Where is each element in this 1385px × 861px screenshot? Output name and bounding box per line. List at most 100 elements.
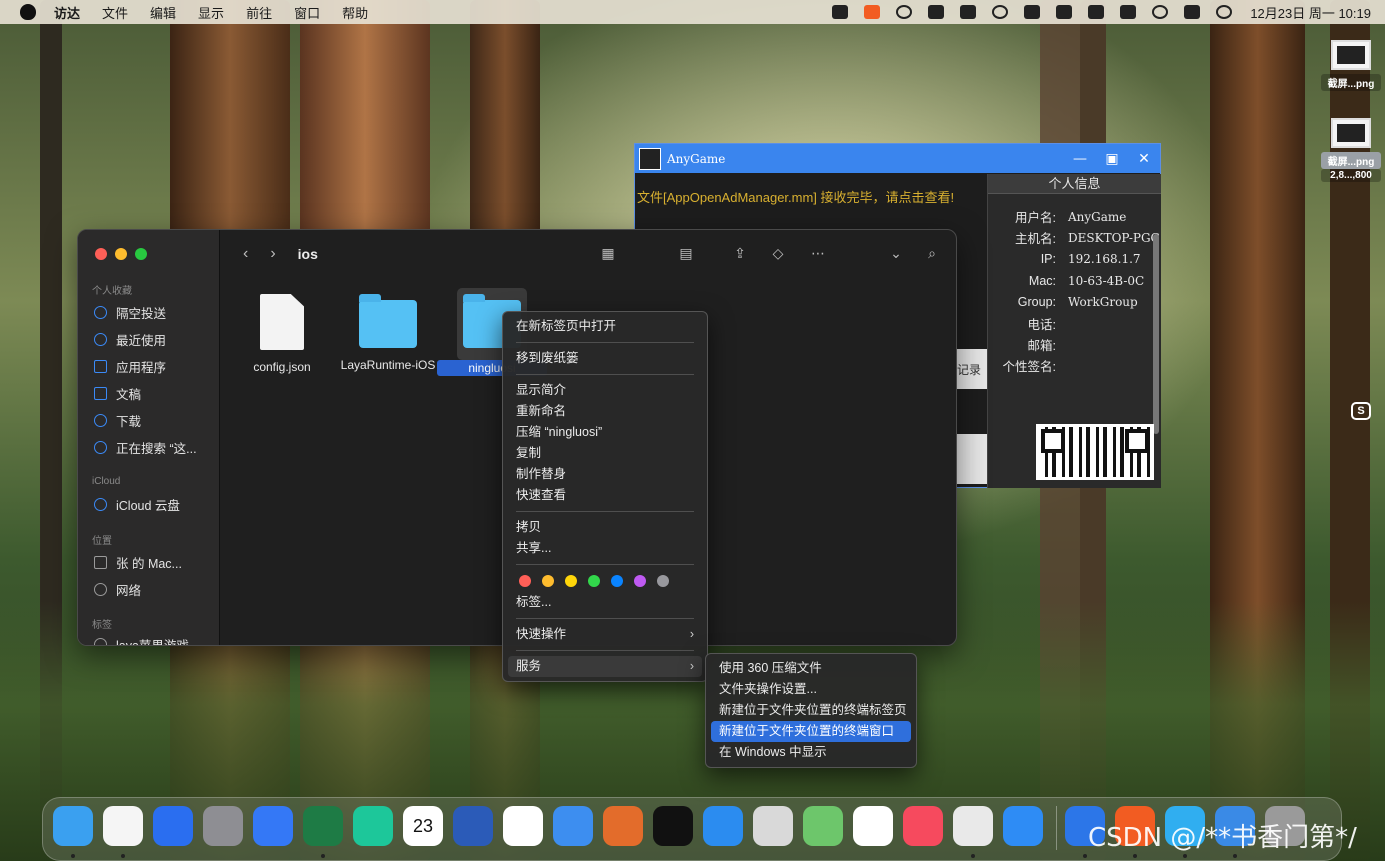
history-label[interactable]: 记录 [957, 361, 981, 378]
side-s-icon[interactable]: S [1351, 402, 1371, 420]
services-item-terminal-window[interactable]: 新建位于文件夹位置的终端窗口 [711, 721, 911, 742]
dock-app-app-store-icon[interactable] [703, 806, 743, 846]
sidebar-item-airdrop[interactable]: 隔空投送 [94, 303, 166, 322]
anygame-message[interactable]: 文件[AppOpenAdManager.mm] 接收完毕，请点击查看! [637, 184, 977, 211]
services-item-folder-actions[interactable]: 文件夹操作设置... [711, 679, 911, 700]
menu-item-duplicate[interactable]: 复制 [508, 443, 702, 464]
file-item[interactable]: config.json [227, 294, 337, 374]
dock-app-finder-icon[interactable] [53, 806, 93, 846]
tag-color-dot[interactable] [542, 575, 554, 587]
dock-app-mail-icon[interactable] [553, 806, 593, 846]
menu-window[interactable]: 窗口 [294, 3, 320, 22]
close-icon[interactable]: ✕ [1128, 151, 1160, 167]
dock-app-apple-tv-icon[interactable] [653, 806, 693, 846]
services-item-terminal-tab[interactable]: 新建位于文件夹位置的终端标签页 [711, 700, 911, 721]
services-item-360-compress[interactable]: 使用 360 压缩文件 [711, 658, 911, 679]
sidebar-item-applications[interactable]: 应用程序 [94, 357, 166, 376]
input-method-icon[interactable] [832, 5, 849, 19]
search-icon[interactable] [1152, 5, 1169, 19]
dock-app-maps-icon[interactable] [803, 806, 843, 846]
battery-icon[interactable] [1088, 5, 1105, 19]
tag-color-dot[interactable] [565, 575, 577, 587]
screenshot-app-icon[interactable] [1024, 5, 1041, 19]
tag-color-dot[interactable] [519, 575, 531, 587]
minimize-icon[interactable]: — [1064, 151, 1096, 167]
menu-view[interactable]: 显示 [198, 3, 224, 22]
menu-item-share[interactable]: 共享... [508, 538, 702, 559]
dock-app-excel-icon[interactable] [303, 806, 343, 846]
tag-color-dot[interactable] [657, 575, 669, 587]
menu-item-quick-actions[interactable]: 快速操作 › [508, 624, 702, 645]
sidebar-item-network[interactable]: 网络 [94, 580, 141, 599]
desktop-file[interactable]: 截屏...png [1321, 40, 1381, 91]
maximize-icon[interactable]: ▣ [1096, 151, 1128, 167]
search-icon[interactable]: ⌕ [923, 244, 941, 262]
sidebar-item-mac[interactable]: 张 的 Mac... [94, 553, 182, 572]
sidebar-item-tag[interactable]: laya苹果游戏 [94, 635, 189, 645]
anygame-status-icon[interactable] [864, 5, 881, 19]
dock-app-chrome-icon[interactable] [953, 806, 993, 846]
more-actions-icon[interactable]: ⋯ [809, 244, 827, 262]
dock-app-word-icon[interactable] [453, 806, 493, 846]
scrollbar[interactable] [1153, 234, 1159, 434]
dock-app-lark-icon[interactable] [253, 806, 293, 846]
menu-item-open-new-tab[interactable]: 在新标签页中打开 [508, 316, 702, 337]
dock-app-calendar-icon[interactable]: 23 [403, 806, 443, 846]
wifi-icon[interactable] [1120, 5, 1137, 19]
tag-color-dot[interactable] [634, 575, 646, 587]
dock-app-system-settings-icon[interactable] [203, 806, 243, 846]
dock-app-books-icon[interactable] [603, 806, 643, 846]
menu-edit[interactable]: 编辑 [150, 3, 176, 22]
menu-file[interactable]: 文件 [102, 3, 128, 22]
dock-app-webstorm-icon[interactable] [353, 806, 393, 846]
menu-clock[interactable]: 12月23日 周一 10:19 [1250, 3, 1371, 22]
dock-app-safari-icon[interactable] [1003, 806, 1043, 846]
zoom-button[interactable] [135, 248, 147, 260]
folder-item[interactable]: LayaRuntime-iOS [333, 292, 443, 372]
menu-item-move-to-trash[interactable]: 移到废纸篓 [508, 348, 702, 369]
menu-item-rename[interactable]: 重新命名 [508, 401, 702, 422]
apple-menu-icon[interactable] [20, 4, 36, 20]
menu-help[interactable]: 帮助 [342, 3, 368, 22]
anygame-titlebar[interactable]: AnyGame — ▣ ✕ [635, 144, 1160, 173]
menu-item-compress[interactable]: 压缩 “ningluosi” [508, 422, 702, 443]
icon-view-icon[interactable]: ▦ [599, 244, 617, 262]
dock-app-feishu-like-icon[interactable] [153, 806, 193, 846]
dock-app-launchpad-icon[interactable] [753, 806, 793, 846]
back-icon[interactable]: ‹ [243, 245, 248, 263]
time-machine-icon[interactable] [992, 5, 1009, 19]
menu-item-services[interactable]: 服务 › [508, 656, 702, 677]
forward-icon[interactable]: › [270, 245, 275, 263]
notification-icon[interactable] [960, 5, 977, 19]
menu-item-copy[interactable]: 拷贝 [508, 517, 702, 538]
wps-icon[interactable] [928, 5, 945, 19]
control-center-icon[interactable] [1184, 5, 1201, 19]
tag-color-dot[interactable] [588, 575, 600, 587]
menu-item-tags[interactable]: 标签... [508, 592, 702, 613]
dock-app-freeform-icon[interactable] [853, 806, 893, 846]
group-icon[interactable]: ▤ [677, 244, 695, 262]
menu-item-quick-look[interactable]: 快速查看 [508, 485, 702, 506]
bluetooth-icon[interactable] [1056, 5, 1073, 19]
chevron-down-icon[interactable]: ⌄ [887, 244, 905, 262]
desktop-file[interactable]: 截屏...png 2,8...,800 [1321, 118, 1381, 182]
services-item-show-in-windows[interactable]: 在 Windows 中显示 [711, 742, 911, 763]
close-button[interactable] [95, 248, 107, 260]
sidebar-item-downloads[interactable]: 下载 [94, 411, 141, 430]
sidebar-item-documents[interactable]: 文稿 [94, 384, 141, 403]
dock-app-reminders-icon[interactable] [503, 806, 543, 846]
siri-icon[interactable] [1216, 5, 1233, 19]
sidebar-item-recents[interactable]: 最近使用 [94, 330, 166, 349]
share-icon[interactable]: ⇪ [731, 244, 749, 262]
sidebar-item-icloud-drive[interactable]: iCloud 云盘 [94, 495, 180, 514]
sidebar-item-searching[interactable]: 正在搜索 “这... [94, 438, 197, 457]
menu-item-get-info[interactable]: 显示简介 [508, 380, 702, 401]
menu-item-make-alias[interactable]: 制作替身 [508, 464, 702, 485]
dock-app-qq-icon[interactable] [103, 806, 143, 846]
weather-icon[interactable] [896, 5, 913, 19]
menu-app-name[interactable]: 访达 [54, 3, 80, 22]
tag-color-dot[interactable] [611, 575, 623, 587]
menu-go[interactable]: 前往 [246, 3, 272, 22]
dock-app-music-icon[interactable] [903, 806, 943, 846]
minimize-button[interactable] [115, 248, 127, 260]
